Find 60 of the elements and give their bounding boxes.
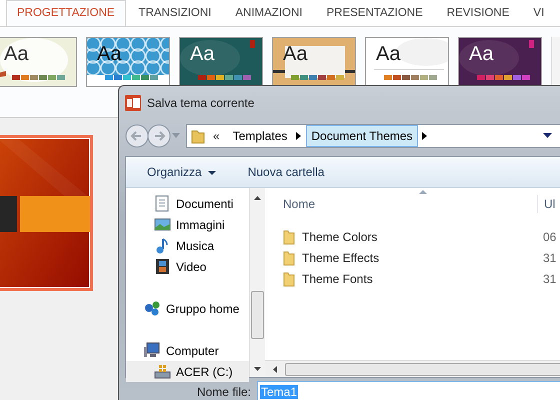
picture-icon xyxy=(154,216,171,233)
ribbon-tab[interactable]: TRANSIZIONI xyxy=(128,0,222,26)
file-name[interactable]: Theme Effects xyxy=(302,248,537,266)
file-date: 31 xyxy=(542,250,556,266)
computer-icon xyxy=(144,342,161,359)
vertical-scrollbar[interactable] xyxy=(249,188,265,377)
breadcrumb-segment[interactable]: Document Themes xyxy=(306,124,418,146)
overflow-chevrons[interactable]: « xyxy=(213,126,220,144)
sort-arrow-icon xyxy=(419,190,427,194)
window-title: Salva tema corrente xyxy=(147,94,254,112)
document-icon xyxy=(154,195,171,212)
ribbon-tab[interactable]: PROGETTAZIONE xyxy=(6,0,126,26)
nav-item[interactable]: Immagini xyxy=(126,214,249,235)
scroll-left-icon[interactable] xyxy=(273,366,277,372)
horizontal-scrollbar[interactable] xyxy=(265,360,560,377)
ribbon-tab[interactable]: ANIMAZIONI xyxy=(224,0,314,26)
theme-sample-text: Aa xyxy=(376,43,400,65)
nav-item[interactable]: ACER (C:) xyxy=(126,361,249,382)
nav-item[interactable]: Gruppo home xyxy=(126,298,249,319)
dropdown-icon[interactable] xyxy=(543,133,552,138)
folder-icon xyxy=(283,228,295,244)
drive-icon xyxy=(154,363,171,380)
theme-thumbnail[interactable]: Aa xyxy=(458,37,542,87)
ribbon-tab[interactable]: PRESENTAZIONE xyxy=(315,0,434,26)
ribbon-tab[interactable]: VI xyxy=(522,0,556,26)
address-bar[interactable]: « Templates Document Themes xyxy=(186,124,560,148)
folder-icon xyxy=(283,250,295,266)
app-icon xyxy=(125,94,141,110)
homegroup-icon xyxy=(144,300,161,317)
breadcrumb-segment[interactable]: Templates xyxy=(228,124,292,146)
folder-icon xyxy=(191,128,205,144)
caret-icon[interactable] xyxy=(208,170,216,175)
folder-icon xyxy=(283,270,295,286)
file-date: 06 xyxy=(542,228,556,246)
theme-sample-text: Aa xyxy=(190,43,214,65)
theme-thumbnail[interactable]: Aa xyxy=(365,37,449,87)
field-label: Nome file: xyxy=(196,384,251,400)
theme-sample-text: Aa xyxy=(4,43,28,65)
organize-menu[interactable]: Organizza xyxy=(140,163,223,181)
file-name[interactable]: Theme Fonts xyxy=(302,270,537,288)
file-name[interactable]: Theme Colors xyxy=(302,228,537,246)
theme-thumbnail[interactable]: Aa xyxy=(179,37,263,87)
film-icon xyxy=(154,258,171,275)
nav-item[interactable]: Documenti xyxy=(126,193,249,214)
chevron-icon[interactable] xyxy=(296,132,302,140)
nav-item[interactable]: Video xyxy=(126,256,249,277)
scroll-up-icon[interactable] xyxy=(254,196,261,200)
column-header[interactable]: Ul xyxy=(537,195,556,213)
column-header[interactable]: Nome xyxy=(283,195,537,213)
theme-sample-text: Aa xyxy=(469,43,494,65)
scroll-down-icon[interactable] xyxy=(254,367,261,371)
toolbar-button[interactable]: Nuova cartella xyxy=(240,163,332,181)
ribbon-tab[interactable]: REVISIONE xyxy=(436,0,520,26)
chevron-icon[interactable] xyxy=(422,132,428,140)
nav-item[interactable]: Musica xyxy=(126,235,249,256)
scroll-thumb[interactable] xyxy=(251,291,264,339)
nav-item[interactable]: Computer xyxy=(126,340,249,361)
scroll-thumb[interactable] xyxy=(285,362,560,376)
file-date: 31 xyxy=(542,270,556,288)
theme-thumbnail[interactable]: Aa xyxy=(0,37,77,87)
